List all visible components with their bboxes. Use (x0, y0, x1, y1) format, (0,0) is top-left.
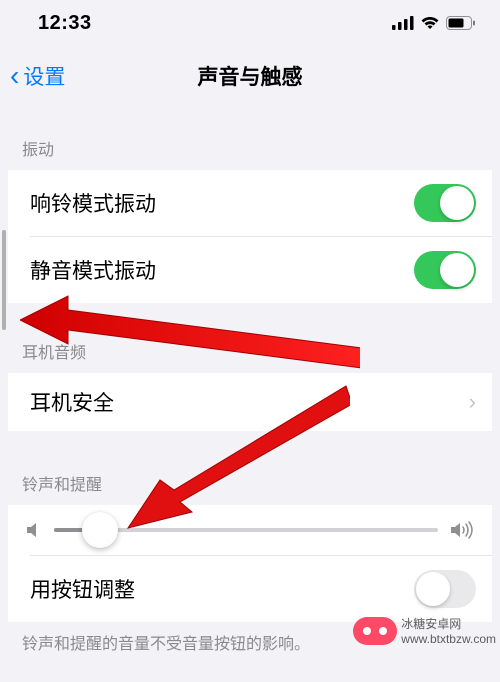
ringer-group: 用按钮调整 (8, 505, 492, 622)
speaker-low-icon (26, 521, 42, 539)
chevron-right-icon: › (469, 389, 476, 415)
back-button[interactable]: ‹ 设置 (10, 61, 65, 91)
status-bar: 12:33 (0, 0, 500, 46)
chevron-left-icon: ‹ (10, 62, 19, 90)
speaker-high-icon (450, 521, 474, 539)
section-header-headphone: 耳机音频 (0, 329, 500, 373)
vibration-group: 响铃模式振动 静音模式振动 (8, 170, 492, 303)
scroll-indicator[interactable] (2, 230, 6, 330)
change-with-buttons-label: 用按钮调整 (30, 574, 135, 604)
headphone-safety-row[interactable]: 耳机安全 › (8, 373, 492, 431)
volume-slider-row (8, 505, 492, 555)
ring-vibrate-row[interactable]: 响铃模式振动 (8, 170, 492, 236)
ring-vibrate-toggle[interactable] (414, 184, 476, 222)
change-with-buttons-row[interactable]: 用按钮调整 (8, 556, 492, 622)
settings-content: 振动 响铃模式振动 静音模式振动 耳机音频 耳机安全 › 铃声和提醒 (0, 106, 500, 662)
battery-icon (446, 16, 476, 30)
page-title: 声音与触感 (198, 61, 303, 91)
back-label: 设置 (23, 61, 65, 91)
silent-vibrate-toggle[interactable] (414, 251, 476, 289)
ring-vibrate-label: 响铃模式振动 (30, 188, 156, 218)
change-with-buttons-toggle[interactable] (414, 570, 476, 608)
status-indicators (392, 16, 476, 30)
wifi-icon (420, 16, 440, 30)
watermark: 冰糖安卓网www.btxtbzw.com (353, 615, 496, 646)
headphone-group: 耳机安全 › (8, 373, 492, 431)
watermark-icon (353, 617, 397, 645)
cellular-icon (392, 16, 414, 30)
silent-vibrate-row[interactable]: 静音模式振动 (8, 237, 492, 303)
status-time: 12:33 (38, 12, 92, 35)
navigation-bar: ‹ 设置 声音与触感 (0, 46, 500, 106)
section-header-vibration: 振动 (0, 126, 500, 170)
headphone-safety-label: 耳机安全 (30, 387, 114, 417)
volume-slider[interactable] (54, 528, 438, 532)
section-header-ringer: 铃声和提醒 (0, 461, 500, 505)
silent-vibrate-label: 静音模式振动 (30, 255, 156, 285)
slider-thumb[interactable] (82, 512, 118, 548)
watermark-text: 冰糖安卓网www.btxtbzw.com (401, 615, 496, 646)
